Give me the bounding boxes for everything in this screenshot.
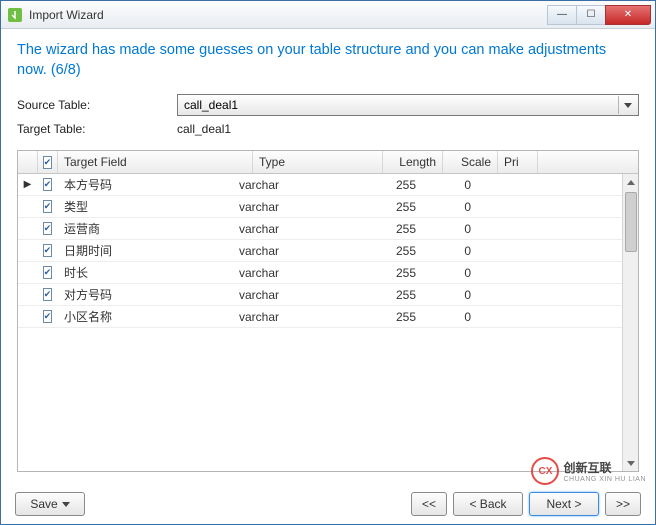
table-row[interactable]: 对方号码varchar2550 <box>18 284 638 306</box>
next-button[interactable]: Next > <box>529 492 599 516</box>
row-type[interactable]: varchar <box>233 200 363 214</box>
row-field[interactable]: 日期时间 <box>58 242 233 259</box>
last-button[interactable]: >> <box>605 492 641 516</box>
maximize-button[interactable]: ☐ <box>576 5 606 25</box>
source-table-combo[interactable]: call_deal1 <box>177 94 639 116</box>
window-title: Import Wizard <box>29 8 104 22</box>
table-row[interactable]: 时长varchar2550 <box>18 262 638 284</box>
row-length[interactable]: 255 <box>363 266 423 280</box>
row-type[interactable]: varchar <box>233 178 363 192</box>
save-button-label: Save <box>30 497 57 511</box>
target-table-row: Target Table: call_deal1 <box>17 122 639 136</box>
checkbox-icon <box>43 156 53 169</box>
grid-header: Target Field Type Length Scale Pri <box>18 151 638 174</box>
table-row[interactable]: 类型varchar2550 <box>18 196 638 218</box>
window-buttons: — ☐ ✕ <box>548 5 651 25</box>
table-row[interactable]: 小区名称varchar2550 <box>18 306 638 328</box>
row-checkbox[interactable] <box>38 222 58 235</box>
grid-header-gutter <box>18 151 38 173</box>
row-checkbox[interactable] <box>38 178 58 191</box>
back-button[interactable]: < Back <box>453 492 523 516</box>
checkbox-icon <box>43 310 53 323</box>
row-scale[interactable]: 0 <box>423 310 478 324</box>
row-checkbox[interactable] <box>38 244 58 257</box>
app-icon <box>7 7 23 23</box>
row-checkbox[interactable] <box>38 200 58 213</box>
row-length[interactable]: 255 <box>363 310 423 324</box>
watermark-logo: CX <box>531 457 559 485</box>
row-scale[interactable]: 0 <box>423 288 478 302</box>
row-field[interactable]: 类型 <box>58 198 233 215</box>
grid-body: ▶本方号码varchar2550类型varchar2550运营商varchar2… <box>18 174 638 471</box>
minimize-button[interactable]: — <box>547 5 577 25</box>
footer: Save << < Back Next > >> <box>1 484 655 524</box>
checkbox-icon <box>43 200 53 213</box>
checkbox-icon <box>43 288 53 301</box>
source-table-row: Source Table: call_deal1 <box>17 94 639 116</box>
scroll-up-icon[interactable] <box>623 174 638 190</box>
target-table-value: call_deal1 <box>177 122 231 136</box>
table-row[interactable]: 日期时间varchar2550 <box>18 240 638 262</box>
content-area: The wizard has made some guesses on your… <box>1 29 655 484</box>
close-button[interactable]: ✕ <box>605 5 651 25</box>
row-scale[interactable]: 0 <box>423 266 478 280</box>
row-indicator: ▶ <box>18 179 38 190</box>
target-table-label: Target Table: <box>17 122 177 136</box>
table-row[interactable]: ▶ 本方号码varchar2550 <box>18 174 638 196</box>
source-table-label: Source Table: <box>17 98 177 112</box>
fields-grid: Target Field Type Length Scale Pri ▶ 本方号码… <box>17 150 639 472</box>
row-type[interactable]: varchar <box>233 288 363 302</box>
save-button[interactable]: Save <box>15 492 85 516</box>
row-type[interactable]: varchar <box>233 244 363 258</box>
first-button[interactable]: << <box>411 492 447 516</box>
grid-header-field[interactable]: Target Field <box>58 151 253 173</box>
source-table-value: call_deal1 <box>184 98 238 112</box>
grid-header-scale[interactable]: Scale <box>443 151 498 173</box>
vertical-scrollbar[interactable] <box>622 174 638 471</box>
checkbox-icon <box>43 178 53 191</box>
row-field[interactable]: 本方号码 <box>58 176 233 193</box>
row-field[interactable]: 运营商 <box>58 220 233 237</box>
checkbox-icon <box>43 244 53 257</box>
row-length[interactable]: 255 <box>363 178 423 192</box>
row-type[interactable]: varchar <box>233 310 363 324</box>
grid-header-check[interactable] <box>38 151 58 173</box>
import-wizard-window: Import Wizard — ☐ ✕ The wizard has made … <box>0 0 656 525</box>
watermark: CX 创新互联 CHUANG XIN HU LIAN <box>531 457 646 485</box>
grid-header-type[interactable]: Type <box>253 151 383 173</box>
row-scale[interactable]: 0 <box>423 222 478 236</box>
titlebar: Import Wizard — ☐ ✕ <box>1 1 655 29</box>
row-scale[interactable]: 0 <box>423 178 478 192</box>
table-row[interactable]: 运营商varchar2550 <box>18 218 638 240</box>
row-checkbox[interactable] <box>38 288 58 301</box>
chevron-down-icon <box>62 502 70 507</box>
row-type[interactable]: varchar <box>233 266 363 280</box>
row-length[interactable]: 255 <box>363 200 423 214</box>
row-field[interactable]: 小区名称 <box>58 308 233 325</box>
checkbox-icon <box>43 222 53 235</box>
row-scale[interactable]: 0 <box>423 200 478 214</box>
row-checkbox[interactable] <box>38 310 58 323</box>
grid-header-primary[interactable]: Pri <box>498 151 538 173</box>
chevron-down-icon <box>618 96 636 114</box>
row-field[interactable]: 时长 <box>58 264 233 281</box>
checkbox-icon <box>43 266 53 279</box>
row-length[interactable]: 255 <box>363 222 423 236</box>
watermark-en: CHUANG XIN HU LIAN <box>563 476 646 483</box>
wizard-heading: The wizard has made some guesses on your… <box>17 41 639 80</box>
row-type[interactable]: varchar <box>233 222 363 236</box>
row-length[interactable]: 255 <box>363 288 423 302</box>
grid-header-length[interactable]: Length <box>383 151 443 173</box>
scroll-thumb[interactable] <box>625 192 637 252</box>
row-field[interactable]: 对方号码 <box>58 286 233 303</box>
row-checkbox[interactable] <box>38 266 58 279</box>
row-length[interactable]: 255 <box>363 244 423 258</box>
row-scale[interactable]: 0 <box>423 244 478 258</box>
watermark-cn: 创新互联 <box>563 459 646 476</box>
